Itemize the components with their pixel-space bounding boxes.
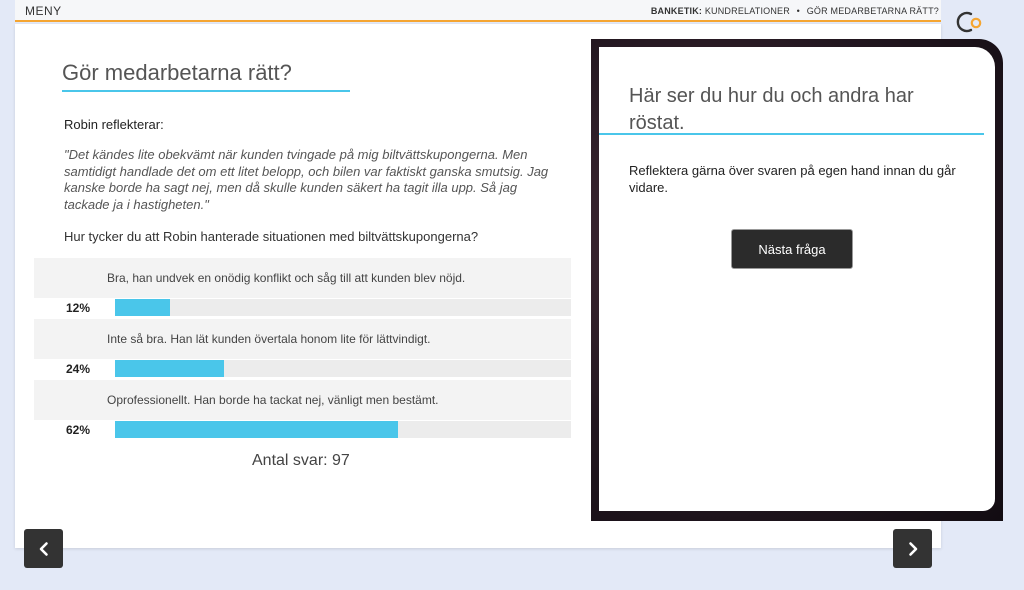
panel-divider (599, 133, 984, 135)
poll-bar-track (115, 360, 571, 377)
poll-option-header: Inte så bra. Han lät kunden övertala hon… (34, 319, 571, 359)
panel-title: Här ser du hur du och andra har röstat. (629, 85, 914, 134)
poll-bar-fill (115, 299, 170, 316)
breadcrumb: BANKETIK: KUNDRELATIONER • GÖR MEDARBETA… (651, 6, 939, 16)
poll-bar-track (115, 299, 571, 316)
page-title: Gör medarbetarna rätt? (62, 60, 350, 92)
poll-option-percent: 62% (66, 423, 91, 437)
poll-option-text: Oprofessionellt. Han borde ha tackat nej… (107, 393, 439, 407)
previous-button[interactable] (24, 529, 63, 568)
poll-option-text: Bra, han undvek en onödig konflikt och s… (107, 271, 466, 285)
poll-option-header: Oprofessionellt. Han borde ha tackat nej… (34, 380, 571, 420)
breadcrumb-page: GÖR MEDARBETARNA RÄTT? (806, 6, 939, 16)
poll-option: Inte så bra. Han lät kunden övertala hon… (34, 319, 571, 380)
panel-text: Reflektera gärna över svaren på egen han… (629, 163, 956, 195)
quote-text: "Det kändes lite obekvämt när kunden tvi… (64, 147, 549, 212)
top-bar: MENY BANKETIK: KUNDRELATIONER • GÖR MEDA… (15, 0, 941, 22)
chevron-left-icon (39, 541, 48, 556)
chevron-right-icon (908, 541, 917, 556)
speaker-label: Robin reflekterar: (64, 117, 164, 132)
next-button[interactable] (893, 529, 932, 568)
poll-results: Bra, han undvek en onödig konflikt och s… (34, 258, 571, 441)
poll-option-percent: 12% (66, 301, 91, 315)
poll-option: Oprofessionellt. Han borde ha tackat nej… (34, 380, 571, 441)
menu-link[interactable]: MENY (25, 4, 62, 18)
feedback-panel: Här ser du hur du och andra har röstat. … (599, 47, 995, 511)
breadcrumb-section: KUNDRELATIONER (704, 6, 790, 16)
question-text: Hur tycker du att Robin hanterade situat… (64, 229, 479, 244)
poll-bar-fill (115, 360, 225, 377)
poll-bar-fill (115, 421, 398, 438)
poll-bar-track (115, 421, 571, 438)
poll-option-header: Bra, han undvek en onödig konflikt och s… (34, 258, 571, 298)
brand-logo-icon (955, 9, 985, 35)
next-question-button[interactable]: Nästa fråga (731, 229, 853, 269)
response-count: Antal svar: 97 (252, 452, 350, 469)
breadcrumb-separator: • (796, 6, 801, 16)
breadcrumb-course: BANKETIK: (650, 6, 703, 16)
question-area: Gör medarbetarna rätt? Robin reflekterar… (15, 24, 595, 548)
poll-option: Bra, han undvek en onödig konflikt och s… (34, 258, 571, 319)
poll-option-percent: 24% (66, 362, 91, 376)
poll-option-text: Inte så bra. Han lät kunden övertala hon… (107, 332, 431, 346)
